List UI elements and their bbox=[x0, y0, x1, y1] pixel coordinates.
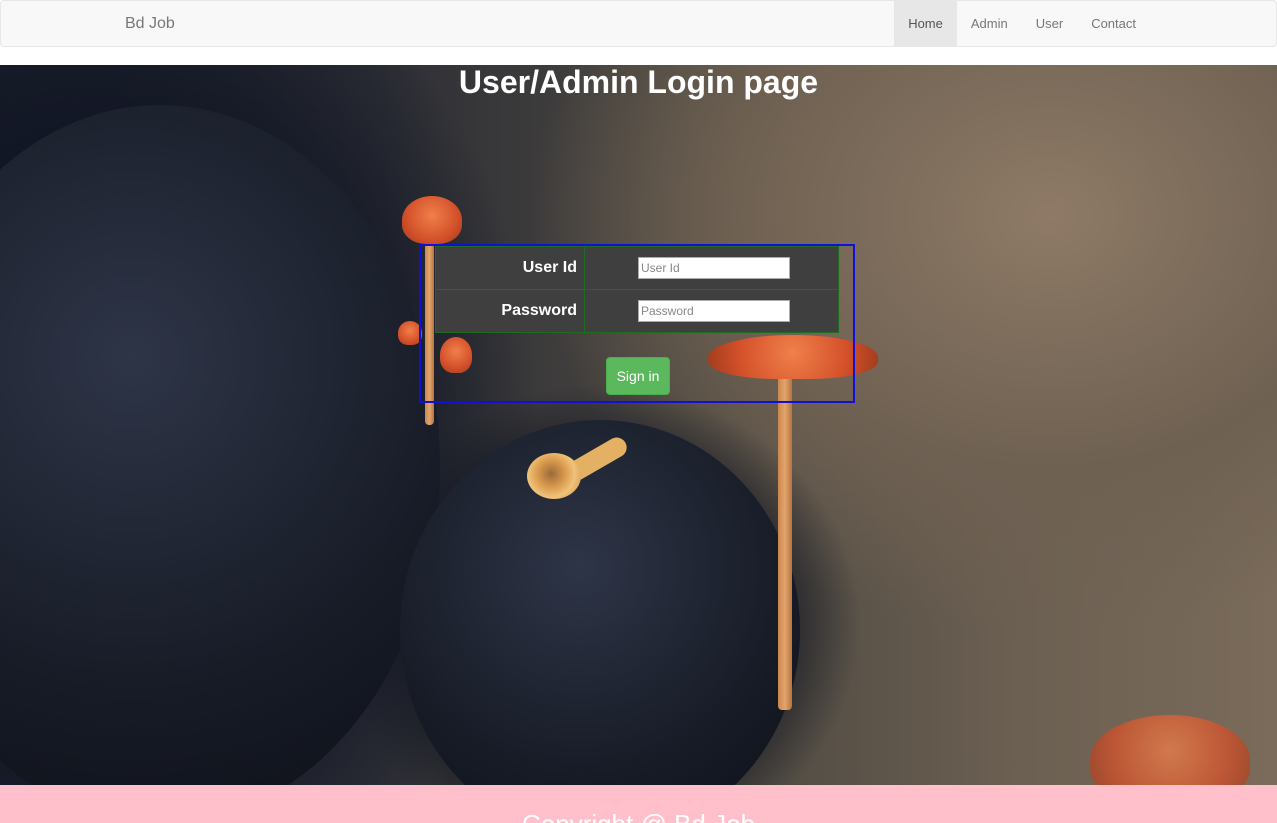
hero-background: User/Admin Login page User Id Password S… bbox=[0, 65, 1277, 785]
nav-contact[interactable]: Contact bbox=[1077, 1, 1150, 46]
mushroom-stem-right bbox=[778, 370, 792, 710]
password-label: Password bbox=[435, 289, 585, 333]
background-rock-front bbox=[400, 420, 800, 785]
navbar: Bd Job Home Admin User Contact bbox=[0, 0, 1277, 47]
nav-home[interactable]: Home bbox=[894, 1, 957, 46]
nav-menu: Home Admin User Contact bbox=[894, 1, 1150, 46]
password-row: Password bbox=[435, 289, 839, 333]
mushroom-cap bbox=[402, 196, 462, 244]
footer: Copyright @ Bd Job bbox=[0, 785, 1277, 823]
sign-in-button[interactable]: Sign in bbox=[606, 357, 670, 395]
user-id-cell bbox=[584, 246, 839, 290]
brand-logo[interactable]: Bd Job bbox=[125, 15, 175, 33]
password-cell bbox=[584, 289, 839, 333]
user-id-row: User Id bbox=[435, 246, 839, 290]
mushroom-cap-blurred bbox=[1090, 715, 1250, 785]
background-rock bbox=[0, 105, 440, 785]
login-table: User Id Password bbox=[435, 246, 839, 333]
user-id-input[interactable] bbox=[638, 257, 790, 279]
login-form: User Id Password Sign in bbox=[419, 244, 855, 403]
user-id-label: User Id bbox=[435, 246, 585, 290]
copyright-text: Copyright @ Bd Job bbox=[0, 809, 1277, 823]
snail-shell bbox=[527, 453, 581, 499]
nav-admin[interactable]: Admin bbox=[957, 1, 1022, 46]
password-input[interactable] bbox=[638, 300, 790, 322]
page-title: User/Admin Login page bbox=[458, 65, 819, 100]
nav-user[interactable]: User bbox=[1022, 1, 1077, 46]
